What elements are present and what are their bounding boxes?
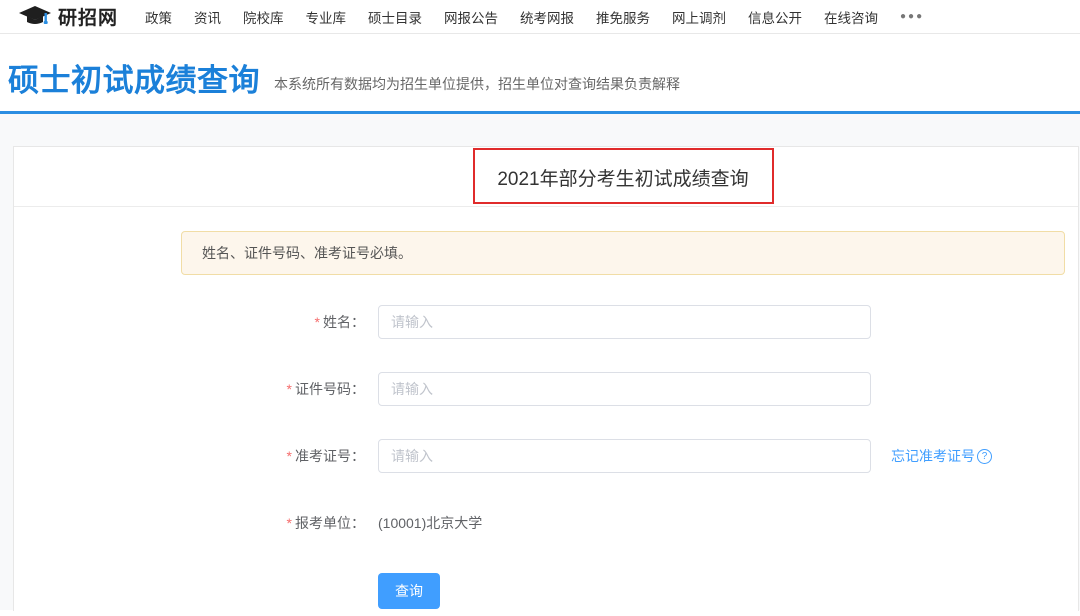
required-asterisk: *	[315, 314, 320, 330]
nav-item-info-disclosure[interactable]: 信息公开	[737, 7, 813, 27]
card-body: 姓名、证件号码、准考证号必填。 *姓名： *证件号码： *准考证号： 忘记准考	[14, 207, 1078, 609]
nav-item-policy[interactable]: 政策	[134, 7, 183, 27]
graduation-cap-icon	[18, 5, 52, 29]
page-title: 硕士初试成绩查询	[8, 64, 260, 98]
nav-item-college-db[interactable]: 院校库	[232, 7, 295, 27]
nav-item-news[interactable]: 资讯	[183, 7, 232, 27]
nav-item-major-db[interactable]: 专业库	[295, 7, 358, 27]
query-submit-button[interactable]: 查询	[378, 573, 440, 609]
nav-item-exempt-service[interactable]: 推免服务	[585, 7, 661, 27]
nav-item-master-catalog[interactable]: 硕士目录	[357, 7, 433, 27]
form-row-name: *姓名：	[181, 305, 1065, 339]
forgot-ticket-link[interactable]: 忘记准考证号 ?	[891, 446, 992, 466]
page-subtitle: 本系统所有数据均为招生单位提供，招生单位对查询结果负责解释	[274, 74, 680, 98]
form-row-target-institution: *报考单位： (10001)北京大学	[181, 506, 1065, 540]
nav-item-unified-exam[interactable]: 统考网报	[509, 7, 585, 27]
nav-item-online-notice[interactable]: 网报公告	[433, 7, 509, 27]
id-number-input[interactable]	[378, 372, 871, 406]
required-asterisk: *	[287, 381, 292, 397]
required-asterisk: *	[287, 448, 292, 464]
site-logo[interactable]: 研招网	[18, 3, 118, 30]
id-number-label: *证件号码：	[181, 379, 365, 399]
target-institution-label: *报考单位：	[181, 513, 365, 533]
nav-item-online-consult[interactable]: 在线咨询	[813, 7, 889, 27]
page-header: 硕士初试成绩查询 本系统所有数据均为招生单位提供，招生单位对查询结果负责解释	[0, 34, 1080, 111]
form-row-admission-ticket: *准考证号： 忘记准考证号 ?	[181, 439, 1065, 473]
required-fields-alert: 姓名、证件号码、准考证号必填。	[181, 231, 1065, 275]
query-card: 2021年部分考生初试成绩查询 姓名、证件号码、准考证号必填。 *姓名： *证件…	[13, 146, 1079, 611]
admission-ticket-label: *准考证号：	[181, 446, 365, 466]
form-row-id-number: *证件号码：	[181, 372, 1065, 406]
question-mark-icon: ?	[977, 449, 992, 464]
logo-text: 研招网	[58, 3, 118, 30]
main-content: 2021年部分考生初试成绩查询 姓名、证件号码、准考证号必填。 *姓名： *证件…	[0, 114, 1080, 610]
name-input[interactable]	[378, 305, 871, 339]
admission-ticket-input[interactable]	[378, 439, 871, 473]
nav-menu: 政策 资讯 院校库 专业库 硕士目录 网报公告 统考网报 推免服务 网上调剂 信…	[134, 7, 935, 27]
nav-more-dots-icon[interactable]: ●●●	[889, 11, 935, 22]
name-label: *姓名：	[181, 312, 365, 332]
top-navigation-bar: 研招网 政策 资讯 院校库 专业库 硕士目录 网报公告 统考网报 推免服务 网上…	[0, 0, 1080, 34]
nav-item-adjustment[interactable]: 网上调剂	[661, 7, 737, 27]
required-asterisk: *	[287, 515, 292, 531]
card-title: 2021年部分考生初试成绩查询	[497, 164, 748, 191]
card-header: 2021年部分考生初试成绩查询	[14, 147, 1078, 207]
target-institution-value: (10001)北京大学	[378, 513, 482, 533]
